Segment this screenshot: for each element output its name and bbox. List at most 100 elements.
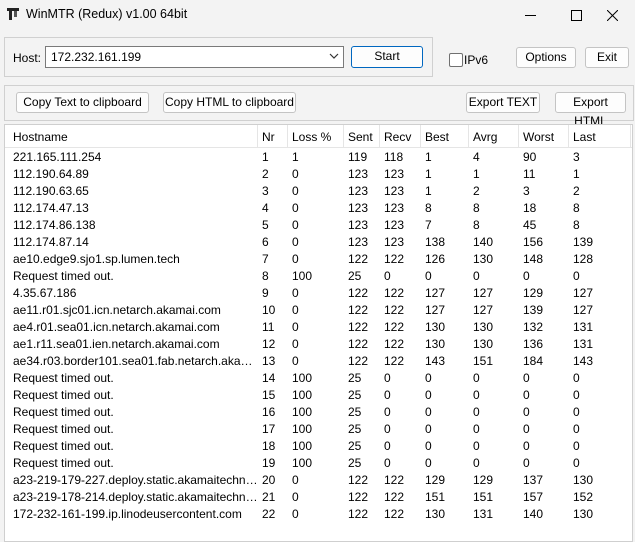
table-cell: 130 (425, 507, 446, 521)
table-row[interactable]: ae11.r01.sjc01.icn.netarch.akamai.com 10 0… (5, 302, 632, 319)
table-row[interactable]: 112.174.86.138 5 0 123 123 7 8 45 8 (5, 217, 632, 234)
column-header-last[interactable]: Last (569, 125, 631, 147)
column-header-hostname[interactable]: Hostname (9, 125, 258, 147)
table-cell: 25 (348, 388, 362, 402)
table-cell: 3 (262, 184, 269, 198)
column-header-nr[interactable]: Nr (258, 125, 288, 147)
table-cell: 0 (573, 422, 580, 436)
table-cell: 8 (473, 201, 480, 215)
export-text-button[interactable]: Export TEXT (466, 92, 540, 113)
table-cell: 10 (262, 303, 276, 317)
table-row[interactable]: ae4.r01.sea01.icn.netarch.akamai.com 11 0 1… (5, 319, 632, 336)
export-html-button[interactable]: Export HTML (555, 92, 626, 128)
table-cell: 8 (425, 201, 432, 215)
table-row[interactable]: Request timed out. 8 100 25 0 0 0 0 0 (5, 268, 632, 285)
copy-text-button[interactable]: Copy Text to clipboard (16, 92, 149, 113)
table-row[interactable]: ae10.edge9.sjo1.sp.lumen.tech 7 0 122 122 126… (5, 251, 632, 268)
table-row[interactable]: a23-219-178-214.deploy.static.akamaitech… (5, 489, 632, 506)
table-row[interactable]: 112.190.63.65 3 0 123 123 1 2 3 2 (5, 183, 632, 200)
table-cell: 122 (348, 252, 369, 266)
table-cell: 172-232-161-199.ip.linodeusercontent.com (13, 507, 242, 521)
column-header-loss[interactable]: Loss % (288, 125, 344, 147)
table-cell: 122 (348, 490, 369, 504)
table-row[interactable]: Request timed out. 18 100 25 0 0 0 0 0 (5, 438, 632, 455)
exit-button[interactable]: Exit (585, 47, 629, 68)
table-cell: 123 (384, 184, 405, 198)
table-cell: 0 (573, 456, 580, 470)
column-header-avrg[interactable]: Avrg (469, 125, 519, 147)
export-toolbar: Copy Text to clipboard Copy HTML to clip… (4, 85, 634, 128)
table-cell: 3 (573, 150, 580, 164)
table-cell: 0 (292, 473, 299, 487)
column-header-recv[interactable]: Recv (380, 125, 421, 147)
table-cell: 7 (262, 252, 269, 266)
table-cell: 132 (523, 320, 544, 334)
table-cell: ae4.r01.sea01.icn.netarch.akamai.com (13, 320, 220, 334)
table-cell: 0 (573, 405, 580, 419)
close-button[interactable] (589, 0, 635, 30)
table-cell: 0 (384, 269, 391, 283)
table-row[interactable]: ae1.r11.sea01.ien.netarch.akamai.com 12 0 1… (5, 336, 632, 353)
table-cell: 9 (262, 286, 269, 300)
host-combobox[interactable]: 172.232.161.199 (45, 46, 344, 68)
minimize-button[interactable] (507, 0, 553, 30)
table-cell: 112.174.87.14 (13, 235, 89, 249)
table-cell: 8 (573, 218, 580, 232)
table-cell: 25 (348, 269, 362, 283)
window-title: WinMTR (Redux) v1.00 64bit (26, 7, 188, 21)
table-cell: 127 (573, 303, 594, 317)
table-cell: 0 (292, 490, 299, 504)
table-cell: 25 (348, 422, 362, 436)
table-row[interactable]: 112.190.64.89 2 0 123 123 1 1 11 1 (5, 166, 632, 183)
table-cell: 127 (425, 286, 446, 300)
table-row[interactable]: Request timed out. 14 100 25 0 0 0 0 0 (5, 370, 632, 387)
table-row[interactable]: 221.165.111.254 1 1 119 118 1 4 90 3 (5, 149, 632, 166)
table-cell: 25 (348, 456, 362, 470)
table-cell: 0 (425, 456, 432, 470)
column-header-best[interactable]: Best (421, 125, 469, 147)
table-cell: 7 (425, 218, 432, 232)
table-row[interactable]: Request timed out. 15 100 25 0 0 0 0 0 (5, 387, 632, 404)
chevron-down-icon[interactable] (329, 52, 339, 60)
trace-table[interactable]: Hostname Nr Loss % Sent Recv Best Avrg Worst Las… (4, 124, 633, 542)
ipv6-checkbox[interactable] (449, 53, 463, 67)
table-cell: 151 (473, 490, 494, 504)
table-cell: 100 (292, 422, 313, 436)
table-row[interactable]: 4.35.67.186 9 0 122 122 127 127 129 127 (5, 285, 632, 302)
table-row[interactable]: a23-219-179-227.deploy.static.akamaitech… (5, 472, 632, 489)
table-row[interactable]: 112.174.87.14 6 0 123 123 138 140 156 139 (5, 234, 632, 251)
table-row[interactable]: Request timed out. 16 100 25 0 0 0 0 0 (5, 404, 632, 421)
table-cell: 18 (262, 439, 276, 453)
table-row[interactable]: ae34.r03.border101.sea01.fab.netarch.aka… (5, 353, 632, 370)
table-cell: 1 (292, 150, 299, 164)
table-cell: 100 (292, 371, 313, 385)
table-cell: 122 (348, 473, 369, 487)
table-row[interactable]: 112.174.47.13 4 0 123 123 8 8 18 8 (5, 200, 632, 217)
table-cell: 0 (573, 439, 580, 453)
table-cell: 0 (292, 184, 299, 198)
table-cell: 139 (573, 235, 594, 249)
title-bar: WinMTR (Redux) v1.00 64bit (0, 0, 635, 30)
table-cell: 156 (523, 235, 544, 249)
table-cell: 112.174.47.13 (13, 201, 89, 215)
table-cell: 25 (348, 405, 362, 419)
table-cell: 11 (523, 167, 536, 181)
table-cell: 151 (473, 354, 494, 368)
table-cell: 140 (523, 507, 544, 521)
table-row[interactable]: Request timed out. 17 100 25 0 0 0 0 0 (5, 421, 632, 438)
options-button[interactable]: Options (516, 47, 576, 68)
column-header-sent[interactable]: Sent (344, 125, 380, 147)
table-cell: 0 (425, 422, 432, 436)
table-cell: 221.165.111.254 (13, 150, 102, 164)
copy-html-button[interactable]: Copy HTML to clipboard (163, 92, 296, 113)
table-cell: 4.35.67.186 (13, 286, 77, 300)
table-cell: 130 (473, 337, 494, 351)
table-cell: 0 (384, 405, 391, 419)
table-cell: 128 (573, 252, 594, 266)
column-header-worst[interactable]: Worst (519, 125, 569, 147)
table-cell: 0 (523, 422, 530, 436)
table-row[interactable]: Request timed out. 19 100 25 0 0 0 0 0 (5, 455, 632, 472)
start-button[interactable]: Start (351, 46, 423, 68)
table-cell: 0 (425, 388, 432, 402)
table-row[interactable]: 172-232-161-199.ip.linodeusercontent.com… (5, 506, 632, 523)
